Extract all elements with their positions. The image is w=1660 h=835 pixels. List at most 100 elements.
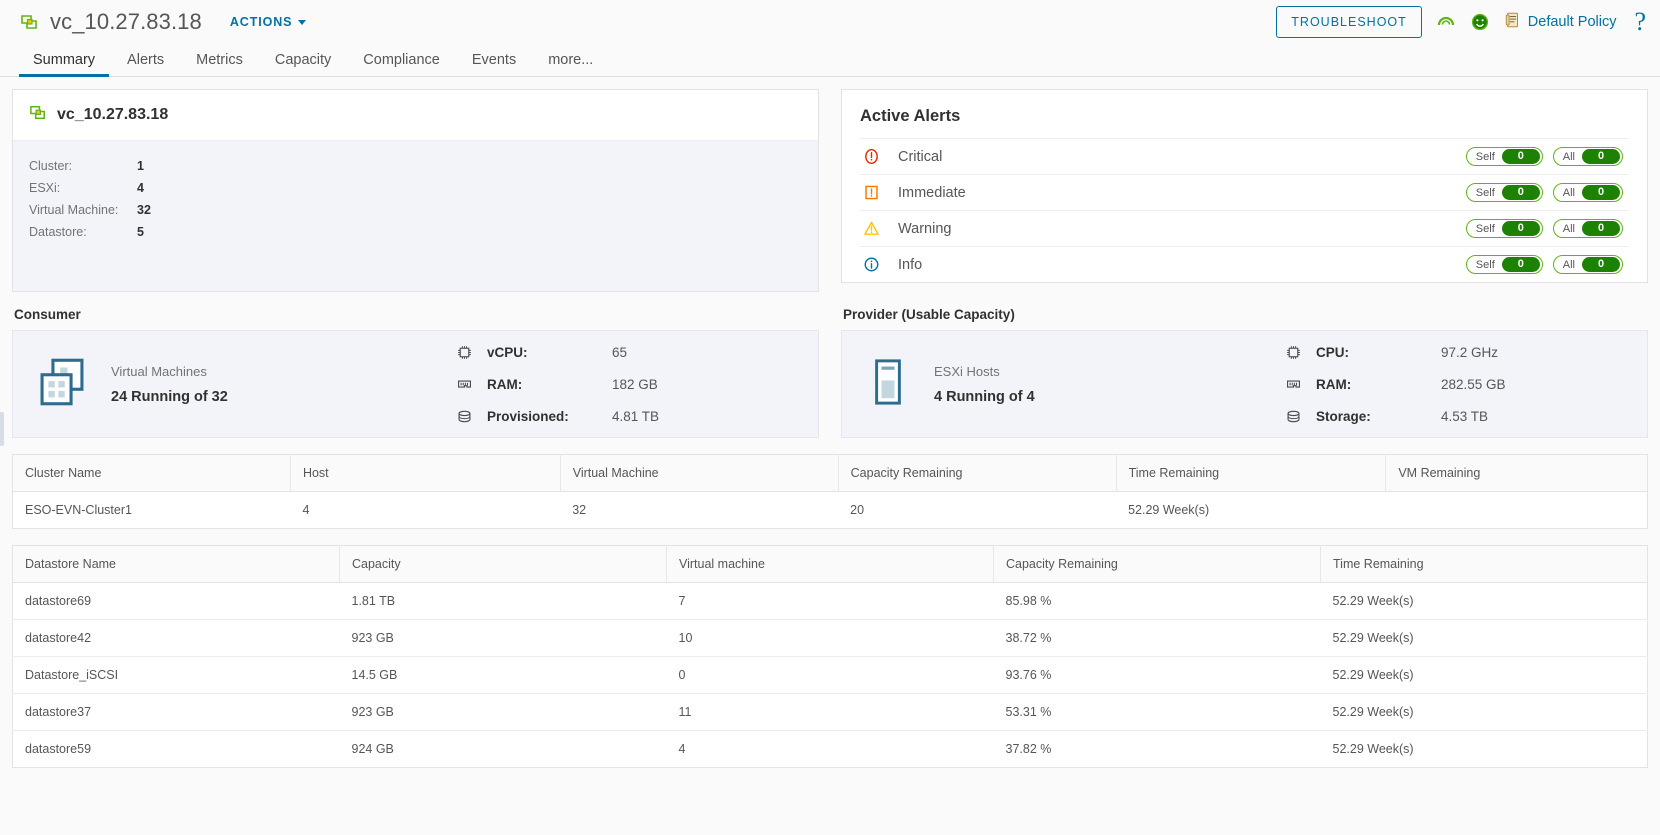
alert-badges: Self 0 All 0 <box>1465 219 1629 238</box>
metric-label: CPU: <box>1316 344 1349 360</box>
badge-self[interactable]: Self 0 <box>1465 219 1543 238</box>
cluster-host: 4 <box>302 503 310 517</box>
badge-count: 0 <box>1501 257 1540 272</box>
datastore-name-link[interactable]: datastore59 <box>13 731 340 768</box>
object-stat-esxi: ESXi: 4 <box>29 177 802 199</box>
datastore-vm: 0 <box>666 656 994 694</box>
col-time-remaining[interactable]: Time Remaining <box>1116 454 1387 492</box>
tab-events[interactable]: Events <box>456 52 532 76</box>
badge-self[interactable]: Self 0 <box>1465 147 1543 166</box>
badge-all[interactable]: All 0 <box>1552 147 1623 166</box>
table-row[interactable]: datastore42 923 GB 10 38.72 % 52.29 Week… <box>12 619 1648 657</box>
alert-row-info[interactable]: Info Self 0 All 0 <box>860 246 1629 282</box>
alert-row-warning[interactable]: Warning Self 0 All 0 <box>860 210 1629 246</box>
datastore-vm: 10 <box>666 619 994 657</box>
troubleshoot-button[interactable]: TROUBLESHOOT <box>1276 6 1422 38</box>
object-card-body: Cluster: 1 ESXi: 4 Virtual Machine: 32 D… <box>13 141 818 291</box>
ram-module-icon <box>1282 376 1304 393</box>
badge-all[interactable]: All 0 <box>1552 219 1623 238</box>
consumer-entity-text: Virtual Machines 24 Running of 32 <box>111 364 228 405</box>
badge-self[interactable]: Self 0 <box>1465 255 1543 274</box>
metric-ram: RAM: 182 GB <box>453 368 798 400</box>
badge-count: 0 <box>1582 149 1620 164</box>
virtual-machines-icon <box>33 353 91 416</box>
policy-link[interactable]: Default Policy <box>1504 11 1616 33</box>
active-alerts-title: Active Alerts <box>860 107 961 125</box>
col-cluster-name[interactable]: Cluster Name <box>12 454 291 492</box>
provider-card: ESXi Hosts 4 Running of 4 CPU: 97.2 GHz … <box>841 330 1648 438</box>
badge-label: Self <box>1475 186 1495 199</box>
stat-value: 5 <box>137 225 144 239</box>
storage-disk-icon <box>453 408 475 425</box>
provider-entity-status: 4 Running of 4 <box>934 388 1035 405</box>
stat-label: Datastore: <box>29 225 87 239</box>
metric-storage: Storage: 4.53 TB <box>1282 400 1627 432</box>
badge-label: Self <box>1475 258 1495 271</box>
metric-value: 282.55 GB <box>1441 376 1506 392</box>
immediate-icon <box>860 184 882 201</box>
actions-menu[interactable]: ACTIONS <box>230 15 307 29</box>
policy-document-icon <box>1504 11 1522 33</box>
col-capacity-remaining[interactable]: Capacity Remaining <box>838 454 1117 492</box>
datastore-capacity: 14.5 GB <box>339 656 667 694</box>
cluster-name-link[interactable]: ESO-EVN-Cluster1 <box>13 492 291 529</box>
info-icon <box>860 256 882 273</box>
tab-capacity[interactable]: Capacity <box>259 52 347 76</box>
col-time-remaining[interactable]: Time Remaining <box>1320 545 1648 583</box>
cluster-time-remaining: 52.29 Week(s) <box>1128 503 1210 517</box>
tab-metrics[interactable]: Metrics <box>180 52 259 76</box>
metric-ram: RAM: 282.55 GB <box>1282 368 1627 400</box>
provider-entity: ESXi Hosts 4 Running of 4 <box>862 356 1282 413</box>
object-stat-vm: Virtual Machine: 32 <box>29 199 802 221</box>
alert-label: Info <box>898 256 923 273</box>
col-capacity[interactable]: Capacity <box>339 545 667 583</box>
health-gauge-icon[interactable] <box>1436 12 1456 32</box>
help-icon[interactable]: ? <box>1634 9 1646 35</box>
alert-label: Critical <box>898 148 943 165</box>
stat-value: 4 <box>137 181 144 195</box>
alert-row-critical[interactable]: Critical Self 0 All 0 <box>860 138 1629 174</box>
badge-self[interactable]: Self 0 <box>1465 183 1543 202</box>
datastore-time-remaining: 52.29 Week(s) <box>1320 582 1648 620</box>
datastore-capacity-remaining: 53.31 % <box>993 693 1321 731</box>
col-host[interactable]: Host <box>290 454 561 492</box>
datastore-name-link[interactable]: datastore42 <box>12 619 340 657</box>
tab-more[interactable]: more... <box>532 52 609 76</box>
table-row[interactable]: datastore69 1.81 TB 7 85.98 % 52.29 Week… <box>12 582 1648 620</box>
col-datastore-name[interactable]: Datastore Name <box>12 545 340 583</box>
col-virtual-machine[interactable]: Virtual Machine <box>560 454 839 492</box>
datastore-name-link[interactable]: Datastore_iSCSI <box>12 656 340 694</box>
col-virtual-machine[interactable]: Virtual machine <box>666 545 994 583</box>
alert-badges: Self 0 All 0 <box>1465 147 1629 166</box>
green-smiley-status-icon[interactable] <box>1470 12 1490 32</box>
table-row[interactable]: ESO-EVN-Cluster1 4 32 20 52.29 Week(s) <box>13 492 1648 529</box>
table-row[interactable]: Datastore_iSCSI 14.5 GB 0 93.76 % 52.29 … <box>12 656 1648 694</box>
tab-compliance[interactable]: Compliance <box>347 52 456 76</box>
tab-alerts[interactable]: Alerts <box>111 52 180 76</box>
datastore-time-remaining: 52.29 Week(s) <box>1332 742 1414 756</box>
col-capacity-remaining[interactable]: Capacity Remaining <box>993 545 1321 583</box>
metric-label: RAM: <box>1316 376 1352 392</box>
alert-label: Immediate <box>898 184 966 201</box>
collapse-handle[interactable] <box>0 412 4 446</box>
cluster-vm-remaining <box>1386 492 1648 529</box>
badge-all[interactable]: All 0 <box>1552 255 1623 274</box>
cpu-chip-icon <box>1282 344 1304 361</box>
table-row[interactable]: datastore37 923 GB 11 53.31 % 52.29 Week… <box>12 693 1648 731</box>
badge-all[interactable]: All 0 <box>1552 183 1623 202</box>
badge-count: 0 <box>1582 221 1620 236</box>
summary-top-row: vc_10.27.83.18 Cluster: 1 ESXi: 4 Virtua… <box>12 89 1648 292</box>
alert-row-immediate[interactable]: Immediate Self 0 All 0 <box>860 174 1629 210</box>
datastore-time-remaining: 52.29 Week(s) <box>1320 693 1648 731</box>
table-row[interactable]: datastore59 924 GB 4 37.82 % 52.29 Week(… <box>13 731 1648 768</box>
datastore-name-link[interactable]: datastore69 <box>12 582 340 620</box>
badge-label: All <box>1562 222 1575 235</box>
datastore-name-link[interactable]: datastore37 <box>12 693 340 731</box>
provider-column: Provider (Usable Capacity) ESXi Hosts 4 … <box>841 292 1648 438</box>
metric-label: Provisioned: <box>487 408 569 424</box>
stat-value: 32 <box>137 203 151 217</box>
object-card-title: vc_10.27.83.18 <box>57 106 169 123</box>
tab-summary[interactable]: Summary <box>17 52 111 77</box>
col-vm-remaining[interactable]: VM Remaining <box>1385 454 1648 492</box>
consumer-entity: Virtual Machines 24 Running of 32 <box>33 353 453 416</box>
